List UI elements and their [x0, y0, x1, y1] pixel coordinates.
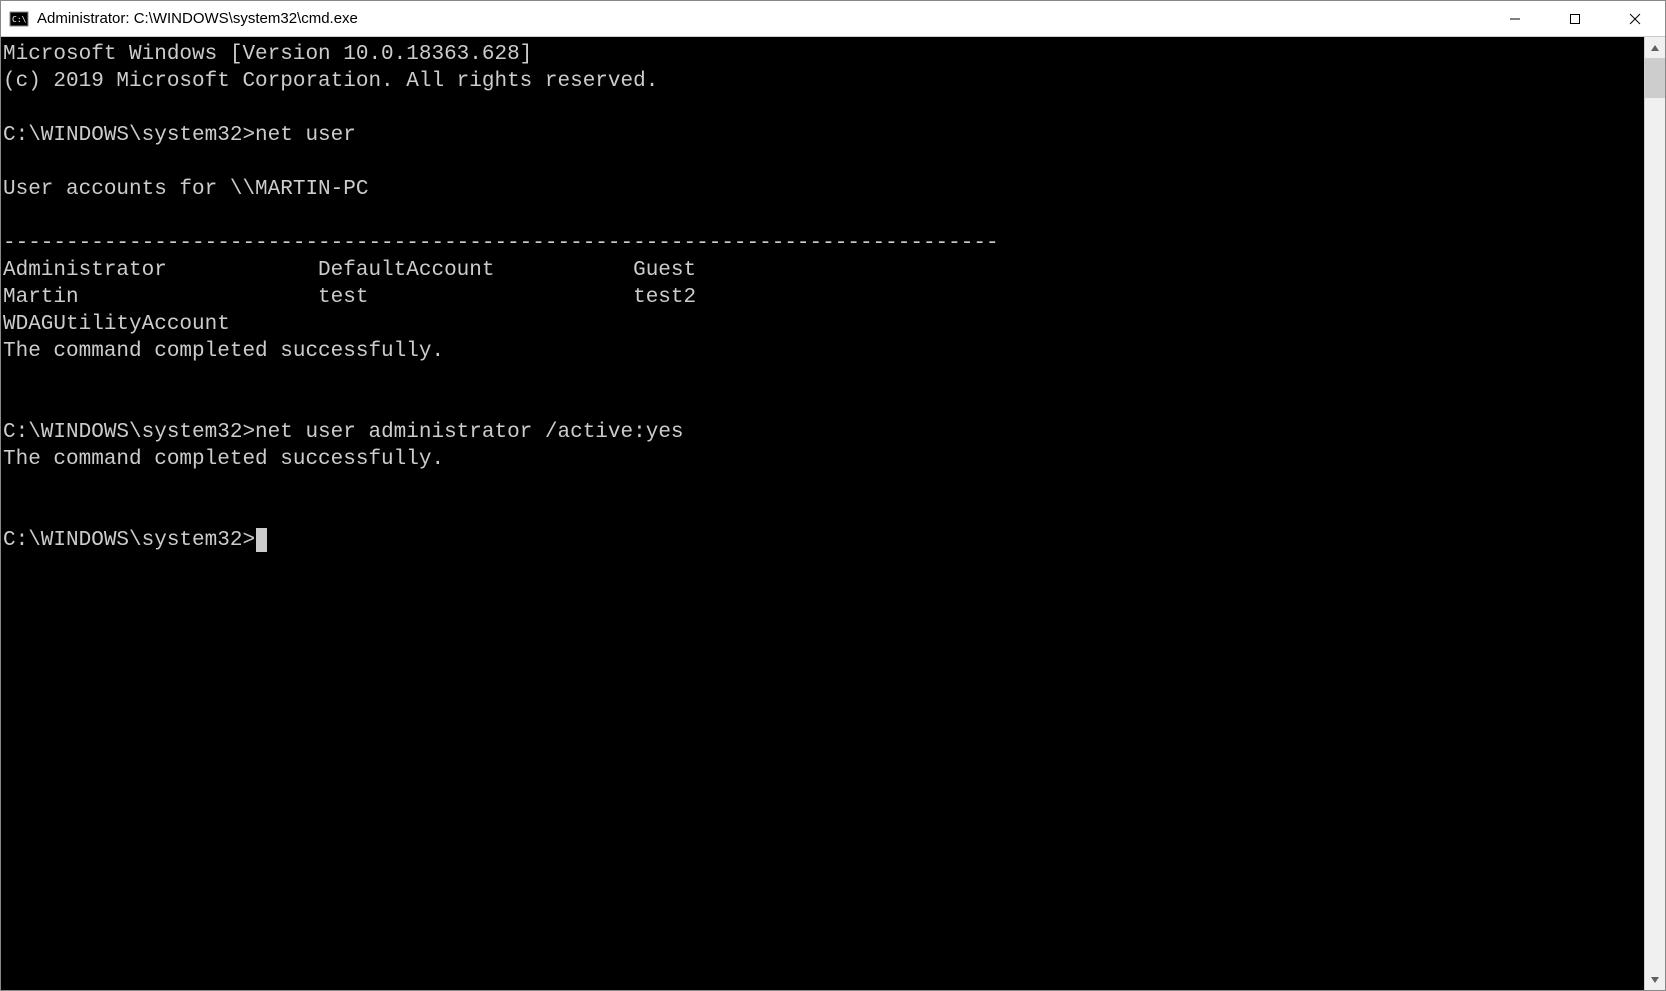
user-cell: Administrator [3, 257, 318, 284]
banner-line: Microsoft Windows [Version 10.0.18363.62… [3, 43, 532, 66]
command-text: net user [255, 124, 356, 147]
maximize-button[interactable] [1545, 1, 1605, 36]
svg-text:C:\: C:\ [12, 15, 27, 24]
separator-line: ----------------------------------------… [3, 232, 999, 255]
output-line: The command completed successfully. [3, 448, 444, 471]
user-cell: Martin [3, 284, 318, 311]
user-cell: test [318, 284, 633, 311]
scroll-up-button[interactable] [1645, 37, 1665, 58]
minimize-button[interactable] [1485, 1, 1545, 36]
cmd-app-icon: C:\ [9, 9, 29, 29]
client-area: Microsoft Windows [Version 10.0.18363.62… [1, 37, 1665, 990]
banner-line: (c) 2019 Microsoft Corporation. All righ… [3, 70, 658, 93]
user-cell: Guest [633, 257, 948, 284]
user-cell: test2 [633, 284, 948, 311]
command-text: net user administrator /active:yes [255, 421, 683, 444]
scroll-down-button[interactable] [1645, 969, 1665, 990]
vertical-scrollbar[interactable] [1644, 37, 1665, 990]
window-titlebar[interactable]: C:\ Administrator: C:\WINDOWS\system32\c… [1, 1, 1665, 37]
output-line: The command completed successfully. [3, 340, 444, 363]
prompt: C:\WINDOWS\system32> [3, 421, 255, 444]
user-cell: DefaultAccount [318, 257, 633, 284]
scroll-track[interactable] [1645, 58, 1665, 969]
prompt: C:\WINDOWS\system32> [3, 529, 255, 552]
user-cell: WDAGUtilityAccount [3, 311, 318, 338]
prompt: C:\WINDOWS\system32> [3, 124, 255, 147]
output-line: User accounts for \\MARTIN-PC [3, 178, 368, 201]
scroll-thumb[interactable] [1645, 58, 1665, 98]
cursor-icon [256, 528, 267, 552]
window-controls [1485, 1, 1665, 36]
window-title: Administrator: C:\WINDOWS\system32\cmd.e… [37, 10, 1485, 27]
close-button[interactable] [1605, 1, 1665, 36]
terminal-output[interactable]: Microsoft Windows [Version 10.0.18363.62… [1, 37, 1644, 990]
